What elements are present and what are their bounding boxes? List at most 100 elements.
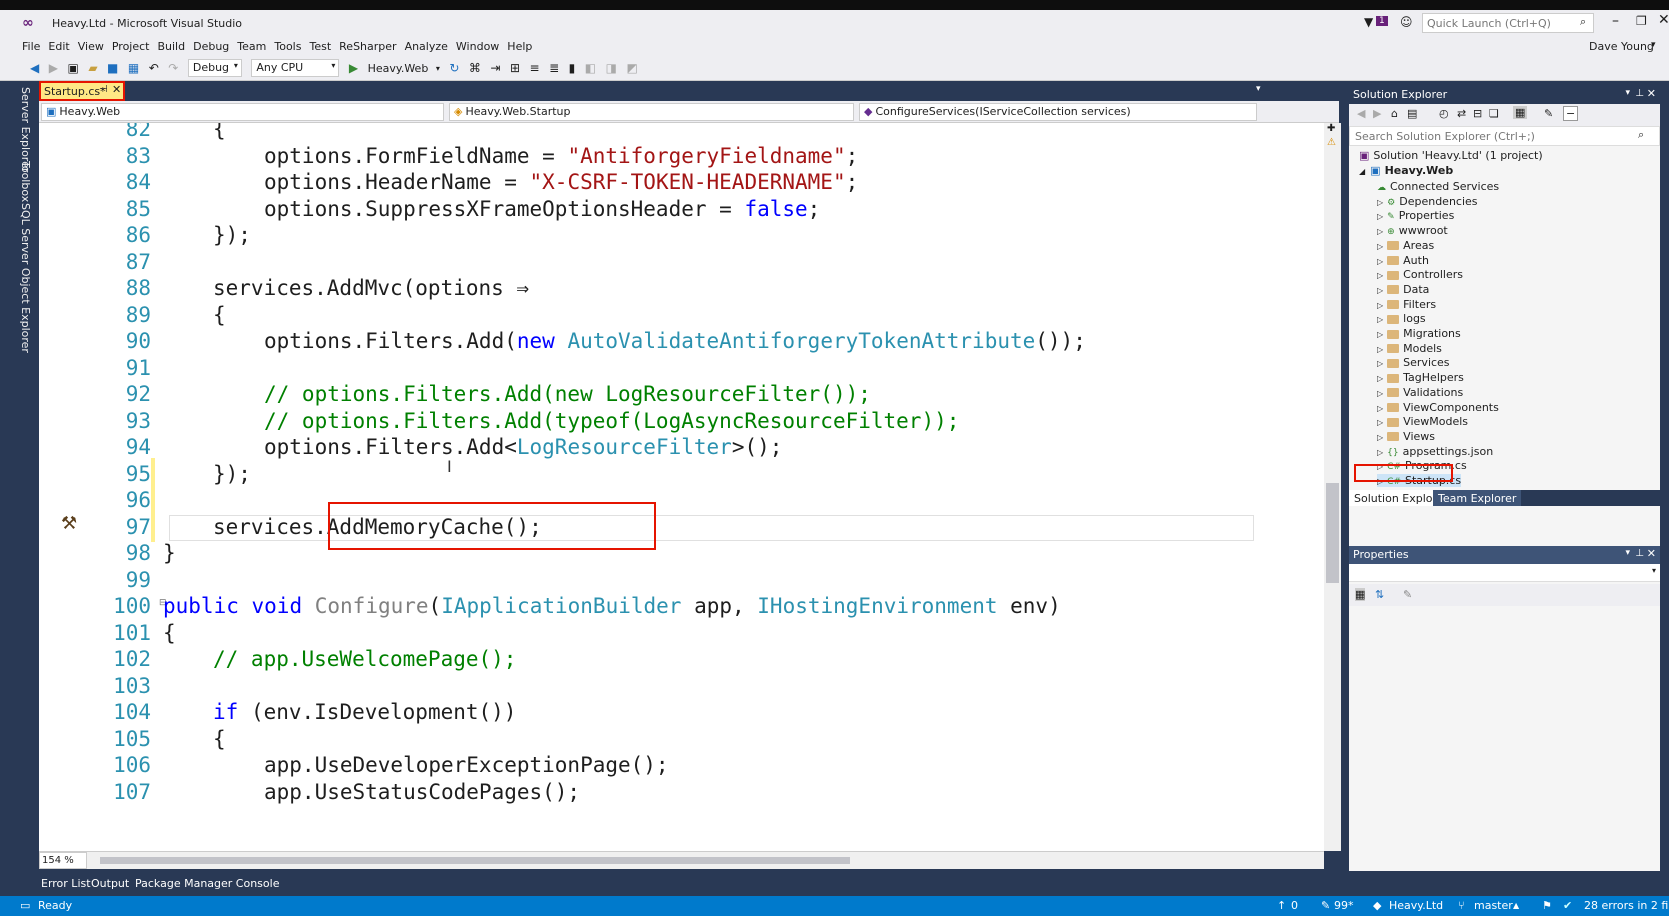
repo-name[interactable]: Heavy.Ltd	[1389, 899, 1443, 912]
menu-view[interactable]: View	[78, 36, 112, 53]
build-status-icon[interactable]: ⚑	[1542, 899, 1552, 912]
quick-launch-input[interactable]: Quick Launch (Ctrl+Q)	[1422, 13, 1594, 33]
menu-file[interactable]: File	[22, 36, 48, 53]
switch-views-icon[interactable]: ▤	[1407, 107, 1417, 120]
panel-menu-icon[interactable]: ▾	[1625, 88, 1630, 98]
sync-icon[interactable]: ⇄	[1457, 107, 1466, 120]
expand-arrow-icon[interactable]: ▷	[1377, 359, 1383, 368]
close-icon[interactable]: ✕	[1658, 12, 1669, 28]
class-dropdown[interactable]: ◈ Heavy.Web.Startup	[449, 103, 854, 121]
tab-output[interactable]: Output	[91, 877, 129, 890]
expand-arrow-icon[interactable]: ▷	[1377, 301, 1383, 310]
expand-arrow-icon[interactable]: ▷	[1377, 433, 1383, 442]
sql-server-object-explorer-tab[interactable]: SQL Server Object Explorer	[19, 203, 32, 353]
project-dropdown[interactable]: ▣ Heavy.Web	[41, 103, 444, 121]
tree-item-viewcomponents[interactable]: ▷ ViewComponents	[1377, 401, 1499, 414]
tab-error-list[interactable]: Error List	[41, 877, 91, 890]
tree-item-dependencies[interactable]: ▷ ⚙ Dependencies	[1377, 195, 1478, 208]
comment-icon[interactable]: ≡	[530, 61, 540, 75]
panel-close-icon[interactable]: ✕	[1647, 547, 1656, 560]
repo-icon[interactable]: ◆	[1373, 899, 1381, 912]
code-line[interactable]: 91	[39, 354, 1324, 382]
menu-team[interactable]: Team	[237, 36, 274, 53]
back-icon[interactable]: ◀	[1357, 107, 1365, 120]
tab-team-explorer[interactable]: Team Explorer	[1433, 490, 1522, 506]
tree-item-areas[interactable]: ▷ Areas	[1377, 239, 1434, 252]
code-line[interactable]: 92 // options.Filters.Add(new LogResource…	[39, 380, 1324, 408]
split-icon[interactable]: ✚	[1327, 123, 1335, 134]
tree-item-logs[interactable]: ▷ logs	[1377, 312, 1426, 325]
expand-arrow-icon[interactable]: ▷	[1377, 448, 1383, 457]
find-icon[interactable]: ⊞	[510, 61, 520, 75]
pin-icon[interactable]: ⊥	[1635, 548, 1644, 559]
minimize-icon[interactable]: –	[1612, 13, 1619, 29]
tree-item-views[interactable]: ▷ Views	[1377, 430, 1435, 443]
chevron-down-icon[interactable]: ▾	[436, 64, 440, 73]
expand-arrow-icon[interactable]: ▷	[1377, 404, 1383, 413]
property-pages-icon[interactable]: ✎	[1403, 588, 1412, 601]
tree-item-taghelpers[interactable]: ▷ TagHelpers	[1377, 371, 1464, 384]
show-all-files-icon[interactable]: ❏	[1489, 107, 1499, 120]
user-chevron-icon[interactable]: ▾	[1651, 40, 1656, 50]
user-name[interactable]: Dave Young	[1589, 40, 1654, 53]
tree-item-appsettings-json[interactable]: ▷ {} appsettings.json	[1377, 445, 1493, 458]
minus-icon[interactable]: −	[1563, 106, 1579, 121]
tree-item-filters[interactable]: ▷ Filters	[1377, 298, 1436, 311]
redo-icon[interactable]: ↷	[168, 61, 178, 75]
tree-item-data[interactable]: ▷ Data	[1377, 283, 1429, 296]
tab-overflow-icon[interactable]: ▾	[1256, 84, 1261, 94]
code-line[interactable]: 83 options.FormFieldName = "AntiforgeryFi…	[39, 142, 1324, 170]
tree-item-controllers[interactable]: ▷ Controllers	[1377, 268, 1463, 281]
tree-item-wwwroot[interactable]: ▷ ⊕ wwwroot	[1377, 224, 1448, 237]
menu-debug[interactable]: Debug	[193, 36, 237, 53]
tree-item-properties[interactable]: ▷ ✎ Properties	[1377, 209, 1454, 222]
error-summary[interactable]: 28 errors in 2 files	[1584, 899, 1669, 912]
push-count[interactable]: 0	[1291, 899, 1298, 912]
code-line[interactable]: 88 services.AddMvc(options ⇒	[39, 274, 1324, 302]
branch-icon[interactable]: ⑂	[1458, 899, 1465, 912]
zoom-dropdown[interactable]: 154 %	[39, 852, 87, 869]
expand-arrow-icon[interactable]: ▷	[1377, 198, 1383, 207]
notification-flag-icon[interactable]: ▼	[1364, 15, 1373, 29]
expand-arrow-icon[interactable]: ▷	[1377, 389, 1383, 398]
pending-changes-icon[interactable]: ◴	[1439, 107, 1449, 120]
menu-edit[interactable]: Edit	[48, 36, 77, 53]
restore-icon[interactable]: ❐	[1636, 14, 1647, 28]
menu-project[interactable]: Project	[112, 36, 158, 53]
panel-menu-icon[interactable]: ▾	[1625, 548, 1630, 558]
run-target-label[interactable]: Heavy.Web	[368, 62, 429, 75]
uncomment-icon[interactable]: ≣	[549, 61, 559, 75]
chevron-up-icon[interactable]: ▲	[1513, 901, 1519, 910]
bookmark-prev-icon[interactable]: ◧	[585, 61, 596, 75]
pin-icon[interactable]: ⊣	[99, 84, 108, 95]
feedback-icon[interactable]: ☺	[1400, 15, 1413, 29]
code-line[interactable]: 107 app.UseStatusCodePages();	[39, 778, 1324, 806]
tree-item-viewmodels[interactable]: ▷ ViewModels	[1377, 415, 1468, 428]
undo-icon[interactable]: ↶	[149, 61, 159, 75]
bookmark-clear-icon[interactable]: ◩	[626, 61, 637, 75]
open-folder-icon[interactable]: ▰	[88, 61, 97, 75]
code-line[interactable]: 106 app.UseDeveloperExceptionPage();	[39, 751, 1324, 779]
menu-test[interactable]: Test	[309, 36, 339, 53]
tab-close-icon[interactable]: ✕	[112, 83, 121, 96]
save-all-icon[interactable]: ▦	[128, 61, 139, 75]
code-line[interactable]: 104 if (env.IsDevelopment())	[39, 698, 1324, 726]
code-line[interactable]: 93 // options.Filters.Add(typeof(LogAsync…	[39, 407, 1324, 435]
tree-item-validations[interactable]: ▷ Validations	[1377, 386, 1463, 399]
expand-arrow-icon[interactable]: ▷	[1377, 257, 1383, 266]
browser-link-icon[interactable]: ⌘	[469, 61, 481, 75]
menu-help[interactable]: Help	[507, 36, 540, 53]
tree-item-migrations[interactable]: ▷ Migrations	[1377, 327, 1461, 340]
code-line[interactable]: 82 {	[39, 123, 1324, 143]
branch-name[interactable]: master	[1474, 899, 1513, 912]
code-line[interactable]: 94 options.Filters.Add<LogResourceFilter>…	[39, 433, 1324, 461]
expand-arrow-icon[interactable]: ▷	[1377, 227, 1383, 236]
step-icon[interactable]: ⇥	[490, 61, 500, 75]
member-dropdown[interactable]: ◆ ConfigureServices(IServiceCollection se…	[859, 103, 1257, 121]
tree-item-models[interactable]: ▷ Models	[1377, 342, 1442, 355]
menu-window[interactable]: Window	[456, 36, 507, 53]
code-line[interactable]: 100 public void Configure(IApplicationBui…	[39, 592, 1324, 620]
code-line[interactable]: 98}	[39, 539, 1324, 567]
categorized-icon[interactable]: ▦	[1355, 588, 1366, 601]
panel-close-icon[interactable]: ✕	[1647, 87, 1656, 100]
